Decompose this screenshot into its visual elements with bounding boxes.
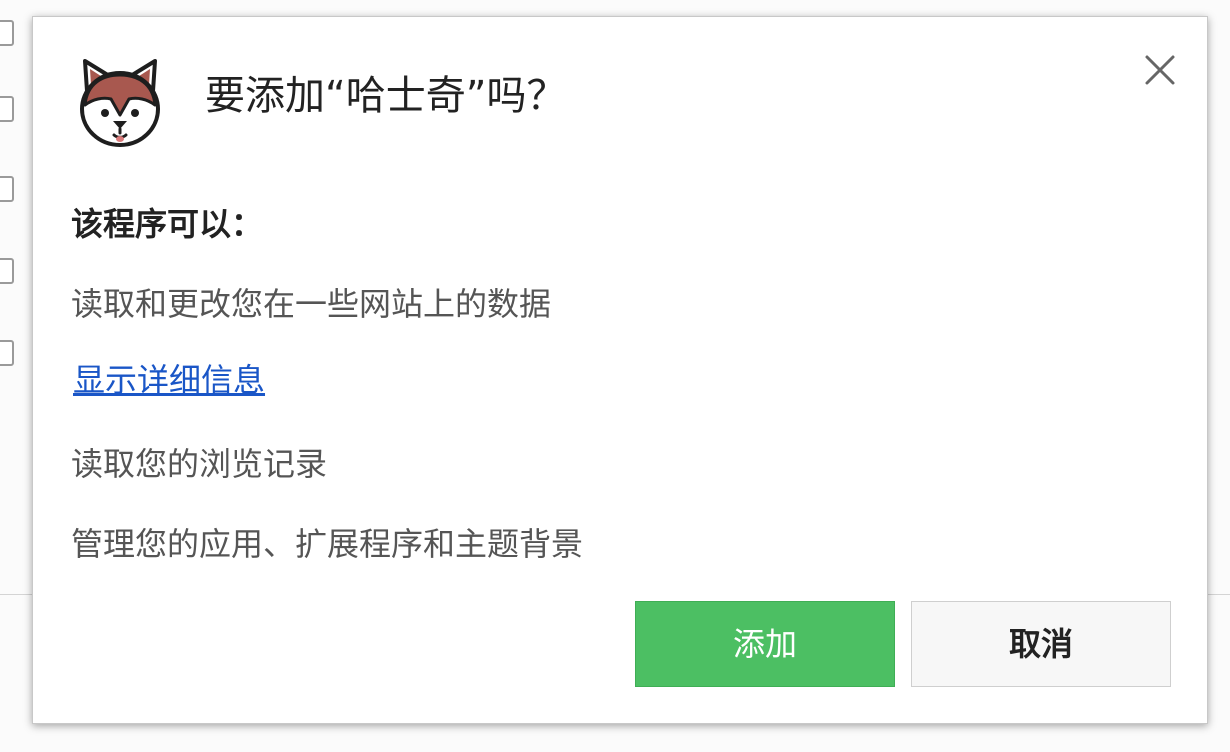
permission-item: 读取和更改您在一些网站上的数据 xyxy=(71,285,552,323)
permission-item: 读取您的浏览记录 xyxy=(71,445,328,483)
background-checkbox xyxy=(0,96,14,122)
permission-item: 管理您的应用、扩展程序和主题背景 xyxy=(71,525,584,563)
background-checkbox xyxy=(0,176,14,202)
cancel-button[interactable]: 取消 xyxy=(911,601,1171,687)
background-checkbox xyxy=(0,340,14,366)
background-checkbox xyxy=(0,258,14,284)
add-button[interactable]: 添加 xyxy=(635,601,895,687)
close-icon[interactable] xyxy=(1141,51,1179,89)
permissions-heading: 该程序可以： xyxy=(71,205,264,243)
husky-dog-icon xyxy=(80,59,160,147)
show-details-link[interactable]: 显示详细信息 xyxy=(73,355,265,401)
dialog-title: 要添加“哈士奇”吗？ xyxy=(205,73,567,119)
background-checkbox xyxy=(0,20,14,46)
add-extension-dialog: 要添加“哈士奇”吗？ 该程序可以： 读取和更改您在一些网站上的数据 显示详细信息… xyxy=(32,16,1208,724)
